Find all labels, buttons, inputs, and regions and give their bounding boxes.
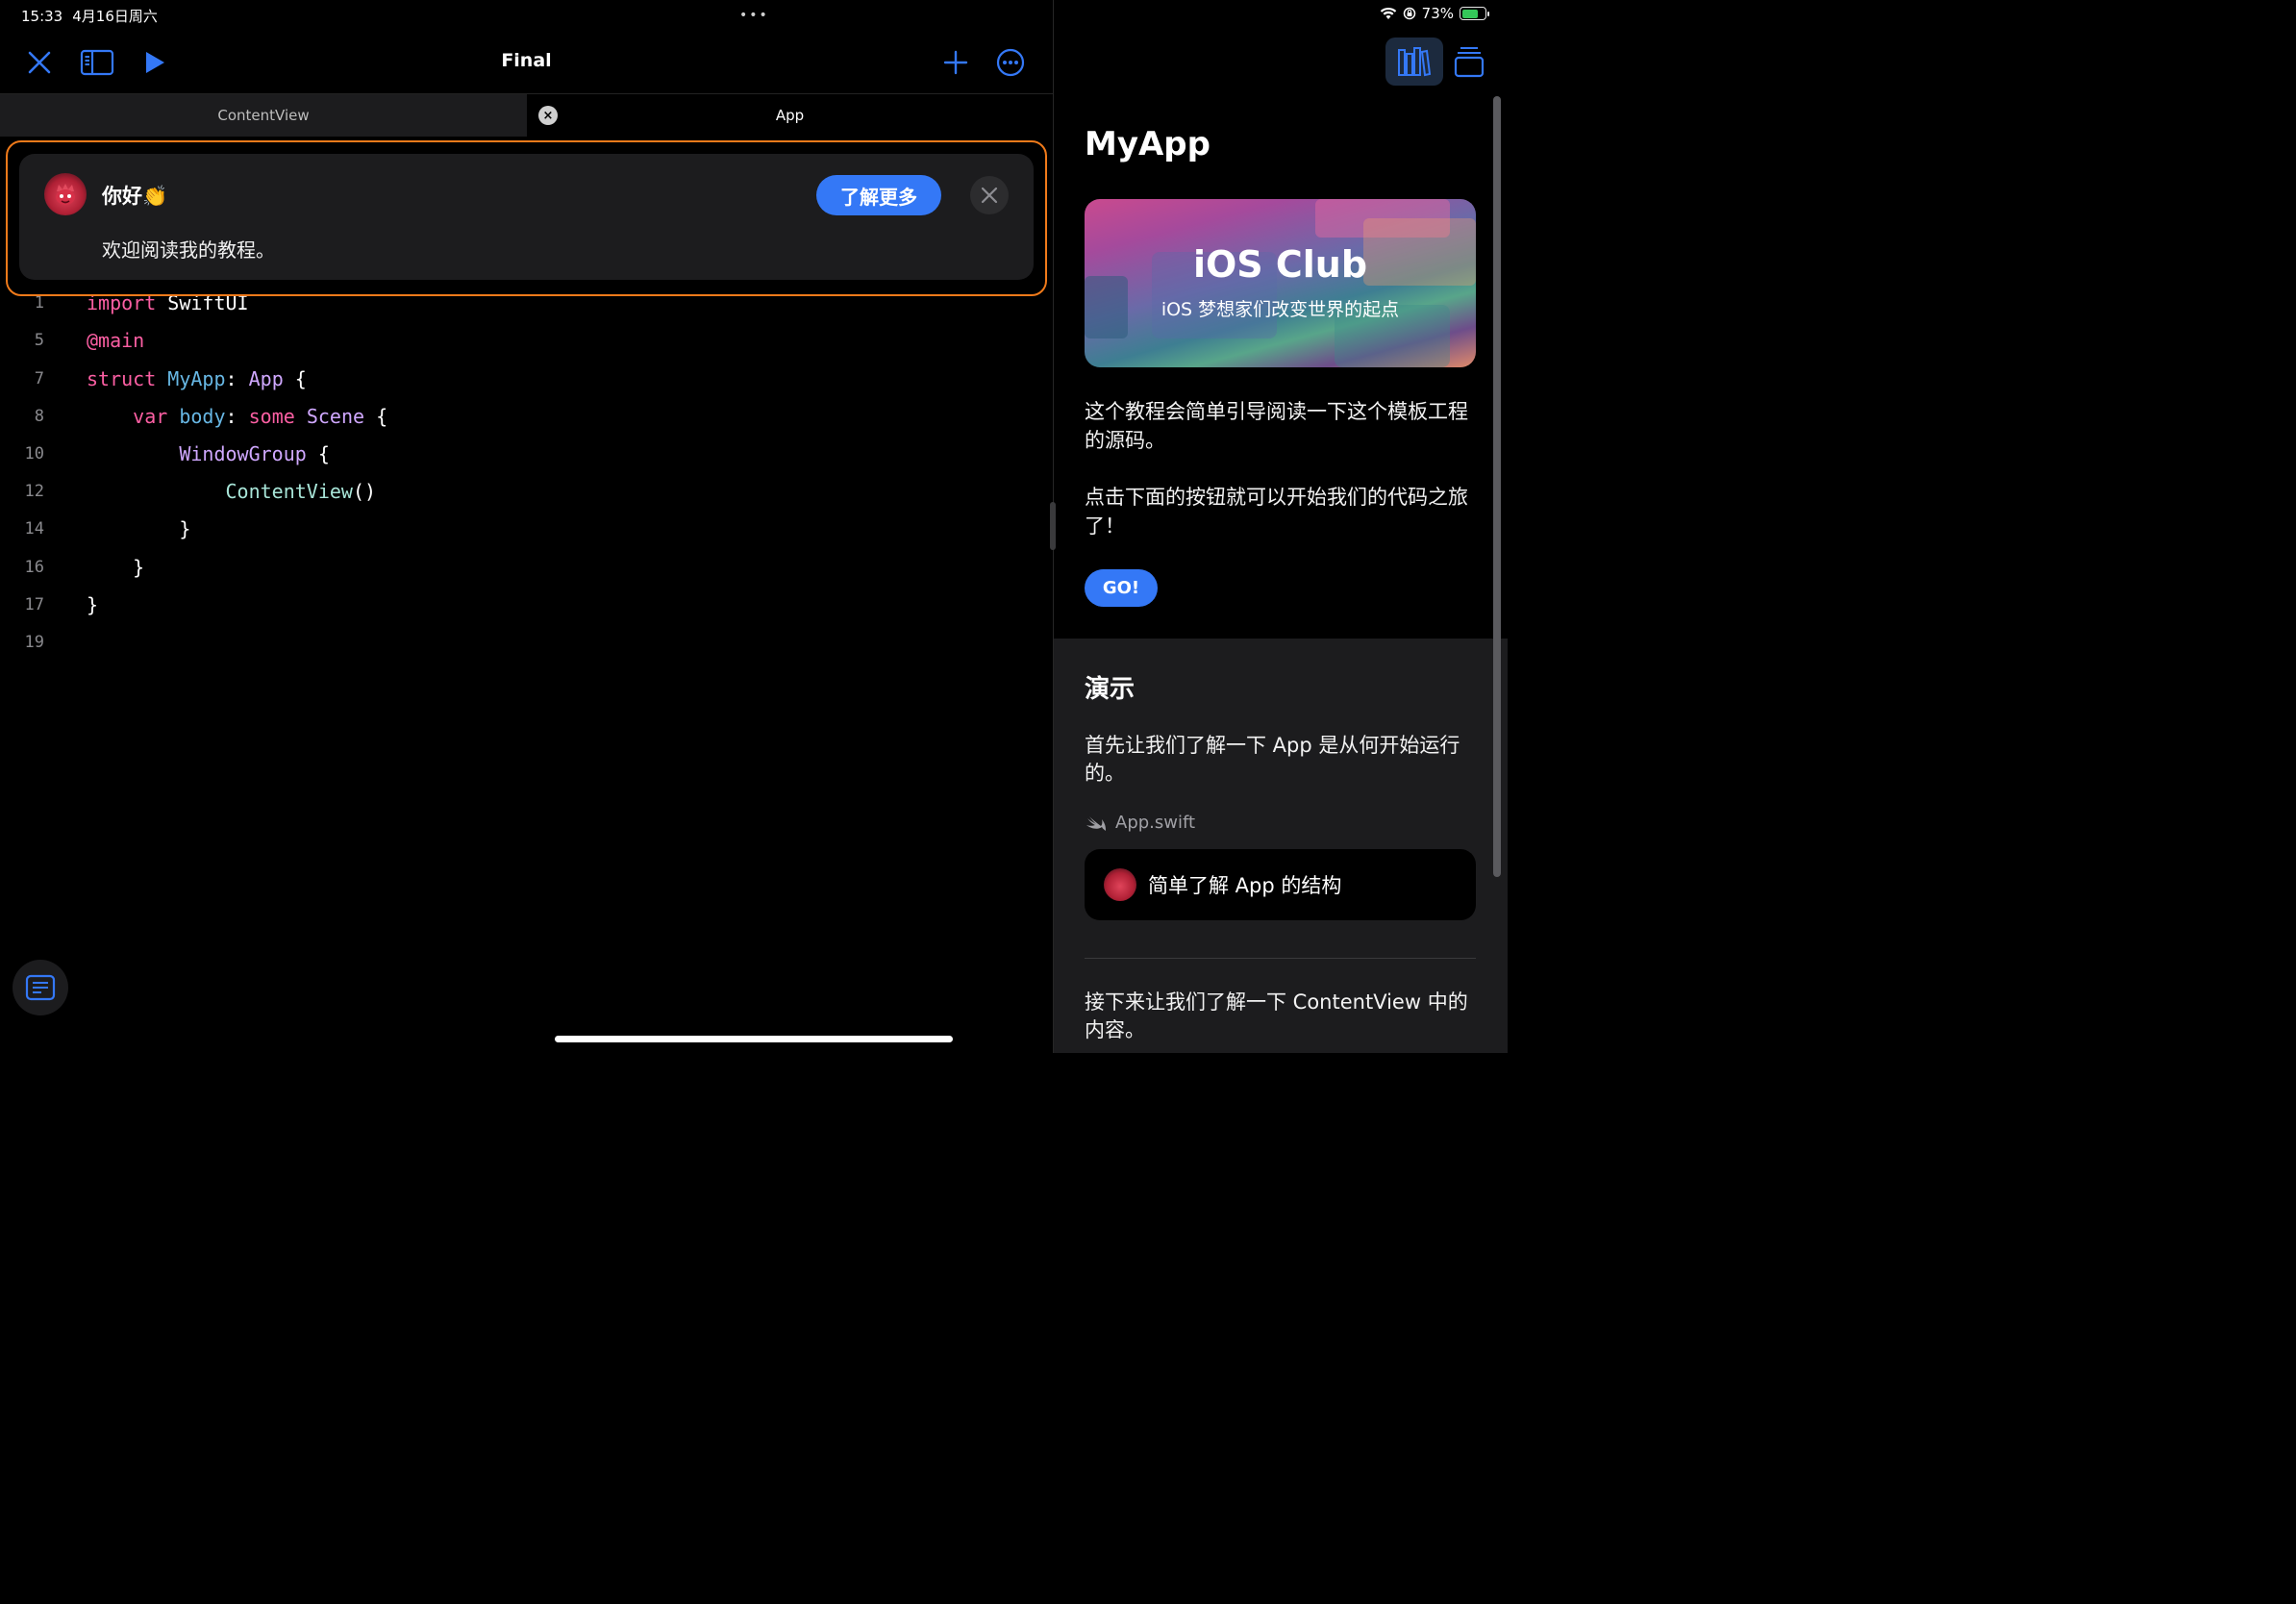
status-time: 15:33 4月16日周六	[21, 6, 158, 26]
tab-contentview[interactable]: ContentView	[0, 94, 527, 137]
battery-level	[1461, 9, 1479, 18]
step-card[interactable]: 简单了解 App 的结构	[1085, 849, 1476, 920]
section-text: 首先让我们了解一下 App 是从何开始运行的。	[1085, 734, 1460, 785]
code-text: struct MyApp: App {	[87, 367, 307, 390]
hero-banner-image: iOS Club iOS 梦想家们改变世界的起点	[1085, 199, 1476, 367]
guide-scrollbar[interactable]	[1493, 96, 1501, 877]
code-text: }	[87, 593, 99, 616]
line-number: 19	[24, 633, 44, 652]
tab-label: ContentView	[217, 107, 310, 124]
library-icon	[1398, 47, 1432, 77]
section-text-2: 接下来让我们了解一下 ContentView 中的内容。	[1085, 990, 1468, 1041]
status-indicators: 73%	[1380, 5, 1489, 22]
stack-button[interactable]	[1450, 40, 1488, 83]
section-divider	[1085, 958, 1476, 959]
ellipsis-circle-icon	[996, 48, 1025, 77]
demo-section: 演示 首先让我们了解一下 App 是从何开始运行的。 App.swift 简单了…	[1054, 639, 1508, 1053]
section-title: 演示	[1085, 675, 1136, 704]
line-number: 12	[24, 482, 44, 501]
square-stack-icon	[1454, 47, 1485, 78]
code-line: 12 ContentView()	[0, 477, 377, 506]
file-reference[interactable]: App.swift	[1085, 813, 1195, 833]
line-number: 14	[24, 519, 44, 539]
code-text: @main	[87, 329, 145, 352]
code-line: 16 }	[0, 553, 145, 582]
add-button[interactable]	[937, 44, 974, 81]
intro-text-2: 点击下面的按钮就可以开始我们的代码之旅了！	[1085, 486, 1468, 538]
guides-library-button[interactable]	[1385, 38, 1443, 86]
list-icon	[25, 974, 56, 1001]
code-line: 5 @main	[0, 326, 144, 355]
avatar	[1104, 868, 1136, 901]
tab-app[interactable]: × App	[527, 94, 1053, 137]
battery-percent: 73%	[1421, 5, 1454, 22]
multitasking-dots-icon[interactable]: •••	[739, 8, 769, 23]
file-name: App.swift	[1115, 813, 1196, 833]
code-line: 8 var body: some Scene {	[0, 402, 387, 431]
code-text: }	[87, 517, 191, 540]
line-number: 5	[34, 331, 44, 350]
code-line: 10 WindowGroup {	[0, 439, 330, 468]
code-text: }	[87, 556, 145, 579]
line-number: 8	[34, 407, 44, 426]
orientation-lock-icon	[1403, 7, 1415, 20]
tab-close-icon[interactable]: ×	[538, 106, 558, 125]
guide-title: MyApp	[1085, 125, 1210, 163]
line-number: 17	[24, 595, 44, 614]
line-number: 7	[34, 369, 44, 388]
line-number: 16	[24, 558, 44, 577]
document-outline-button[interactable]	[12, 960, 68, 1015]
line-number: 1	[34, 293, 44, 313]
battery-icon	[1460, 7, 1489, 20]
code-line: 19	[0, 628, 46, 657]
code-line: 7 struct MyApp: App {	[0, 364, 307, 393]
plus-icon	[943, 50, 968, 75]
time-label: 15:33	[21, 8, 63, 25]
battery-cap	[1487, 12, 1489, 16]
go-button[interactable]: GO!	[1085, 569, 1158, 607]
swift-icon	[1086, 815, 1106, 831]
line-number: 10	[24, 444, 44, 464]
hero-subtitle: iOS 梦想家们改变世界的起点	[1160, 299, 1400, 320]
hero-title: iOS Club	[1192, 243, 1368, 286]
more-button[interactable]	[992, 44, 1029, 81]
date-label: 4月16日周六	[72, 8, 158, 25]
code-text: ContentView()	[225, 480, 377, 503]
split-resize-handle[interactable]	[1050, 502, 1056, 550]
home-indicator[interactable]	[555, 1036, 953, 1042]
code-text: var body: some Scene {	[133, 405, 388, 428]
document-title: Final	[501, 50, 552, 71]
file-tabs: ContentView × App	[0, 93, 1053, 137]
wifi-icon	[1380, 7, 1396, 19]
code-text: WindowGroup {	[179, 442, 330, 465]
code-line: 14 }	[0, 514, 191, 543]
intro-text: 这个教程会简单引导阅读一下这个模板工程的源码。	[1085, 400, 1468, 452]
code-line: 17 }	[0, 590, 99, 619]
banner-highlight-outline	[6, 140, 1047, 296]
step-label: 简单了解 App 的结构	[1148, 874, 1342, 897]
tab-label: App	[775, 107, 805, 124]
